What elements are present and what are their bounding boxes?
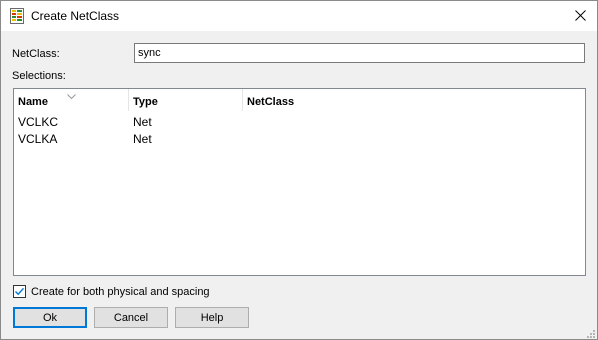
column-header-netclass-label: NetClass bbox=[247, 96, 295, 108]
list-row[interactable]: VCLKC Net bbox=[14, 113, 585, 130]
sort-descending-icon bbox=[67, 89, 76, 100]
physical-spacing-label[interactable]: Create for both physical and spacing bbox=[31, 286, 210, 298]
row-name-cell: VCLKC bbox=[18, 115, 59, 129]
help-button[interactable]: Help bbox=[175, 307, 249, 328]
column-header-netclass[interactable]: NetClass bbox=[243, 89, 585, 111]
row-name-cell: VCLKA bbox=[18, 132, 58, 146]
column-header-name-label: Name bbox=[18, 96, 48, 108]
column-header-type[interactable]: Type bbox=[129, 89, 243, 111]
create-netclass-dialog: Create NetClass NetClass: Selections: Na… bbox=[0, 0, 598, 340]
netclass-name-input[interactable] bbox=[134, 43, 585, 63]
ok-button[interactable]: Ok bbox=[13, 307, 87, 328]
checkmark-icon bbox=[15, 287, 25, 296]
list-header: Name Type NetClass bbox=[14, 89, 585, 111]
netclass-app-icon bbox=[10, 8, 24, 24]
resize-grip-icon[interactable] bbox=[585, 327, 595, 338]
selections-label: Selections: bbox=[12, 70, 66, 82]
close-button[interactable] bbox=[563, 1, 597, 30]
column-header-type-label: Type bbox=[133, 96, 158, 108]
close-icon bbox=[574, 10, 586, 21]
row-type-cell: Net bbox=[133, 115, 152, 129]
selections-list[interactable]: Name Type NetClass VCLKC Net VCLKA Net bbox=[13, 88, 586, 276]
list-row[interactable]: VCLKA Net bbox=[14, 130, 585, 147]
row-type-cell: Net bbox=[133, 132, 152, 146]
window-title: Create NetClass bbox=[31, 9, 120, 23]
title-bar[interactable]: Create NetClass bbox=[1, 1, 597, 31]
physical-spacing-checkbox[interactable] bbox=[13, 285, 26, 298]
cancel-button[interactable]: Cancel bbox=[94, 307, 168, 328]
netclass-label: NetClass: bbox=[12, 48, 60, 60]
